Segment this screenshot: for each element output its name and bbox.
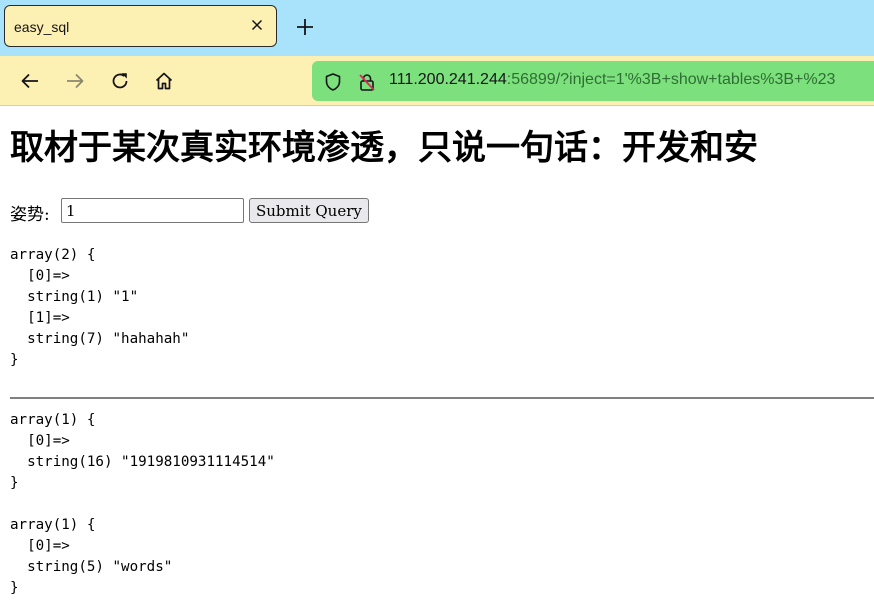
page-content: 取材于某次真实环境渗透，只说一句话：开发和安 姿势: Submit Query … xyxy=(0,106,874,612)
tab-title: easy_sql xyxy=(14,19,70,35)
table-dump: array(1) { [0]=> string(5) "words" } xyxy=(10,517,173,596)
address-bar[interactable]: 111.200.241.244:56899/?inject=1'%3B+show… xyxy=(312,61,874,101)
shield-icon[interactable] xyxy=(323,72,343,92)
table-dump: array(1) { [0]=> string(16) "19198109311… xyxy=(10,412,275,491)
submit-query-button[interactable]: Submit Query xyxy=(249,198,369,223)
tab-bar: easy_sql xyxy=(0,0,874,56)
arrow-left-icon[interactable] xyxy=(19,70,41,92)
navigation-toolbar: 111.200.241.244:56899/?inject=1'%3B+show… xyxy=(0,56,874,106)
close-icon[interactable] xyxy=(248,16,266,34)
url-text[interactable]: 111.200.241.244:56899/?inject=1'%3B+show… xyxy=(389,71,835,89)
query-result-dump: array(2) { [0]=> string(1) "1" [1]=> str… xyxy=(10,247,190,368)
page-heading: 取材于某次真实环境渗透，只说一句话：开发和安 xyxy=(10,128,758,168)
insecure-lock-icon[interactable] xyxy=(357,72,377,92)
url-host: 111.200.241.244 xyxy=(389,71,507,88)
reload-icon[interactable] xyxy=(109,70,131,92)
browser-tab[interactable]: easy_sql xyxy=(4,5,277,47)
inject-label: 姿势: xyxy=(10,205,50,225)
arrow-right-icon[interactable] xyxy=(64,70,86,92)
result-divider xyxy=(10,397,874,399)
inject-input[interactable] xyxy=(61,198,244,223)
plus-icon[interactable] xyxy=(294,16,316,38)
home-icon[interactable] xyxy=(153,70,175,92)
url-path: :56899/?inject=1'%3B+show+tables%3B+%23 xyxy=(506,71,836,88)
